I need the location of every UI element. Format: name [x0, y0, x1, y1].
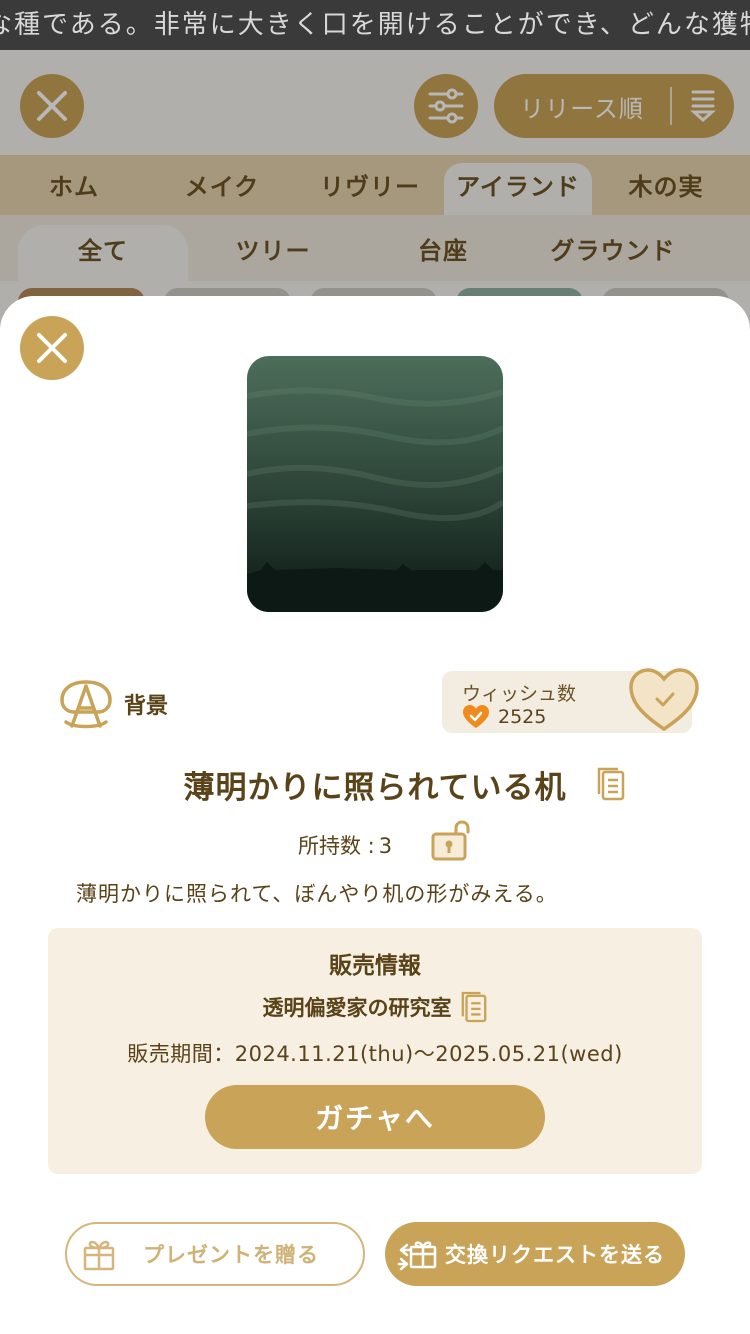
owned-label: 所持数 :: [298, 834, 375, 858]
item-preview-image: [247, 356, 503, 612]
sheet-close-button[interactable]: [20, 316, 84, 380]
wish-title: ウィッシュ数: [462, 683, 577, 705]
item-detail-sheet: 背景 ウィッシュ数 2525 薄明かりに照られている机 所持数 :3 薄明かりに…: [0, 296, 750, 1334]
copy-icon[interactable]: [460, 990, 488, 1024]
background-type-icon: [60, 680, 112, 729]
wish-count: 2525: [498, 706, 547, 728]
owned-count-row: 所持数 :3: [298, 830, 392, 860]
send-present-label: プレゼントを贈る: [143, 1243, 319, 1267]
wish-heart-button[interactable]: [628, 667, 700, 733]
news-ticker: な種である。非常に大きく口を開けることができ、どんな獲物も丸呑み: [0, 0, 750, 50]
wish-heart-small-icon: [463, 705, 489, 728]
item-description: 薄明かりに照られて、ぼんやり机の形がみえる。: [76, 882, 558, 906]
owned-count: 3: [378, 834, 393, 858]
news-ticker-text: な種である。非常に大きく口を開けることができ、どんな獲物も丸呑み: [0, 10, 750, 40]
item-type-label: 背景: [124, 694, 169, 719]
send-trade-request-button[interactable]: 交換リクエストを送る: [385, 1222, 685, 1286]
trade-exchange-icon: [397, 1241, 437, 1271]
wish-count-box: ウィッシュ数 2525: [442, 668, 699, 733]
sale-info-title: 販売情報: [329, 953, 421, 979]
send-present-button[interactable]: プレゼントを贈る: [65, 1222, 365, 1286]
go-to-gacha-button[interactable]: ガチャへ: [205, 1085, 545, 1149]
close-icon: [37, 333, 67, 363]
unlock-icon[interactable]: [430, 820, 474, 862]
gift-icon: [83, 1240, 115, 1271]
sale-period: 販売期間：2024.11.21(thu)〜2025.05.21(wed): [127, 1042, 623, 1066]
item-name: 薄明かりに照られている机: [183, 770, 567, 806]
wish-count-row: 2525: [462, 704, 546, 730]
send-trade-request-label: 交換リクエストを送る: [445, 1243, 665, 1267]
sale-info-box: 販売情報 透明偏愛家の研究室 販売期間：2024.11.21(thu)〜2025…: [48, 928, 702, 1174]
sale-shop-name: 透明偏愛家の研究室: [262, 996, 452, 1020]
sale-shop-row: 透明偏愛家の研究室: [48, 990, 702, 1024]
copy-icon[interactable]: [596, 766, 626, 802]
